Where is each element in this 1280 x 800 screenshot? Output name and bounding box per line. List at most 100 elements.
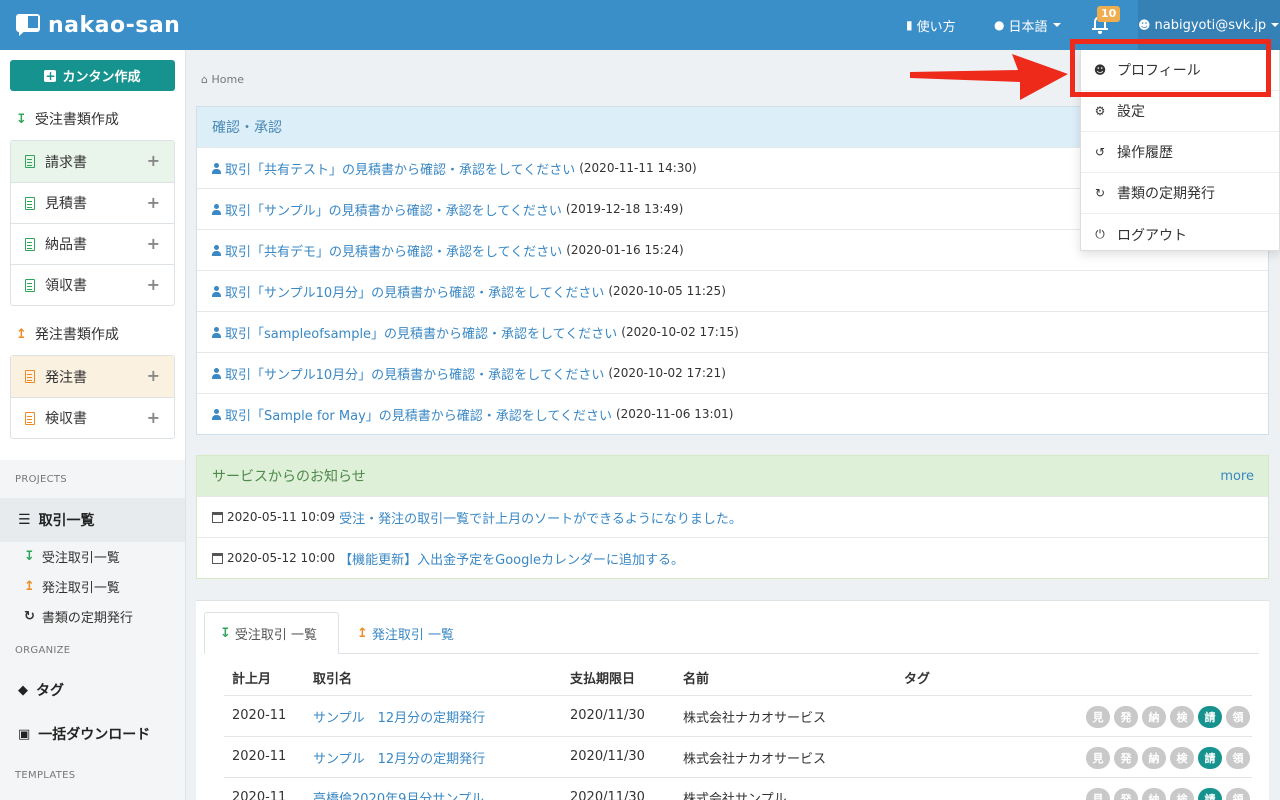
history-icon: ↺ — [1094, 145, 1106, 159]
col-header-tag[interactable]: タグ — [904, 668, 930, 687]
pill-inspection[interactable]: 検 — [1170, 788, 1194, 800]
confirm-link[interactable]: 取引「共有デモ」の見積書から確認・承認をしてください — [225, 241, 562, 260]
confirm-link[interactable]: 取引「sampleofsample」の見積書から確認・承認をしてください — [225, 323, 617, 342]
col-header-name[interactable]: 取引名 — [313, 668, 352, 687]
menu-item-recurring-docs[interactable]: ↻ 書類の定期発行 — [1081, 173, 1279, 214]
pill-estimate[interactable]: 見 — [1086, 747, 1110, 769]
tab-received[interactable]: ↧ 受注取引 一覧 — [204, 612, 339, 654]
doc-label: 領収書 — [45, 278, 87, 294]
nav-recurring-docs[interactable]: ↻ 書類の定期発行 — [24, 606, 133, 626]
cell-due: 2020/11/30 — [570, 708, 645, 723]
brand-logo[interactable]: nakao-san — [16, 10, 180, 40]
pill-invoice[interactable]: 請 — [1198, 706, 1222, 728]
doc-item-inspection[interactable]: 検収書 + — [11, 397, 174, 438]
pill-receipt[interactable]: 領 — [1226, 788, 1250, 800]
home-icon: ⌂ — [201, 73, 208, 86]
confirm-link[interactable]: 取引「サンプル10月分」の見積書から確認・承認をしてください — [225, 282, 604, 301]
add-icon[interactable]: + — [147, 410, 160, 426]
notification-badge: 10 — [1097, 6, 1121, 22]
list-item: 取引「sampleofsample」の見積書から確認・承認をしてください (20… — [197, 311, 1268, 352]
pill-order[interactable]: 発 — [1114, 706, 1138, 728]
pill-order[interactable]: 発 — [1114, 747, 1138, 769]
book-icon: ▮ — [906, 18, 913, 32]
cell-month: 2020-11 — [232, 749, 287, 764]
pill-delivery[interactable]: 納 — [1142, 788, 1166, 800]
calendar-icon — [212, 552, 223, 564]
nav-bulk-download[interactable]: ▣ 一括ダウンロード — [0, 712, 185, 756]
menu-item-label: 書類の定期発行 — [1117, 186, 1215, 202]
nav-tags[interactable]: ◆ タグ — [0, 668, 185, 712]
cell-transaction-link[interactable]: サンプル 12月分の定期発行 — [313, 707, 485, 726]
save-icon: ▣ — [18, 726, 31, 742]
pill-estimate[interactable]: 見 — [1086, 788, 1110, 800]
add-icon[interactable]: + — [147, 153, 160, 169]
pill-receipt[interactable]: 領 — [1226, 747, 1250, 769]
upload-icon: ↥ — [24, 578, 35, 594]
col-header-due[interactable]: 支払期限日 — [570, 668, 635, 687]
timestamp: (2020-11-06 13:01) — [615, 407, 734, 421]
add-icon[interactable]: + — [147, 368, 160, 384]
cell-transaction-link[interactable]: 高橋倫2020年9月分サンプル — [313, 788, 484, 800]
menu-item-label: 設定 — [1117, 104, 1145, 120]
more-link[interactable]: more — [1220, 469, 1254, 484]
cell-client: 株式会社サンプル — [683, 792, 787, 800]
news-link[interactable]: 【機能更新】入出金予定をGoogleカレンダーに追加する。 — [339, 549, 684, 568]
nav-sub-label: 発注取引一覧 — [41, 580, 120, 596]
confirm-link[interactable]: 取引「Sample for May」の見積書から確認・承認をしてください — [225, 405, 612, 424]
tab-ordered[interactable]: ↥ 発注取引 一覧 — [342, 612, 469, 654]
doc-label: 発注書 — [45, 369, 87, 386]
add-icon[interactable]: + — [147, 236, 160, 252]
globe-icon: ● — [994, 18, 1005, 32]
user-icon — [212, 162, 221, 174]
pill-order[interactable]: 発 — [1114, 788, 1138, 800]
news-panel: サービスからのお知らせ more 2020-05-11 10:09 受注・発注の… — [196, 455, 1269, 579]
nav-transactions[interactable]: ☰ 取引一覧 — [0, 498, 185, 542]
document-icon — [25, 155, 35, 168]
nav-received-transactions[interactable]: ↧ 受注取引一覧 — [24, 546, 120, 566]
menu-item-history[interactable]: ↺ 操作履歴 — [1081, 132, 1279, 173]
doc-status-pills: 見 発 納 検 請 領 — [1086, 706, 1250, 728]
confirm-link[interactable]: 取引「共有テスト」の見積書から確認・承認をしてください — [225, 159, 575, 178]
menu-item-label: ログアウト — [1117, 227, 1187, 244]
pill-delivery[interactable]: 納 — [1142, 747, 1166, 769]
pill-invoice[interactable]: 請 — [1198, 747, 1222, 769]
cell-due: 2020/11/30 — [570, 749, 645, 764]
pill-delivery[interactable]: 納 — [1142, 706, 1166, 728]
list-item: 取引「サンプル10月分」の見積書から確認・承認をしてください (2020-10-… — [197, 352, 1268, 393]
cell-due: 2020/11/30 — [570, 790, 645, 800]
user-icon — [212, 203, 221, 215]
doc-item-estimate[interactable]: 見積書 + — [11, 182, 174, 223]
calendar-icon — [212, 511, 223, 523]
timestamp: (2019-12-18 13:49) — [565, 202, 684, 216]
cell-transaction-link[interactable]: サンプル 12月分の定期発行 — [313, 748, 485, 767]
doc-item-receipt[interactable]: 領収書 + — [11, 264, 174, 305]
upload-icon: ↥ — [357, 625, 368, 641]
confirm-link[interactable]: 取引「サンプル10月分」の見積書から確認・承認をしてください — [225, 364, 604, 383]
pill-estimate[interactable]: 見 — [1086, 706, 1110, 728]
usage-link[interactable]: ▮ 使い方 — [906, 0, 956, 50]
pill-inspection[interactable]: 検 — [1170, 747, 1194, 769]
menu-item-settings[interactable]: ⚙ 設定 — [1081, 91, 1279, 132]
cell-client: 株式会社ナカオサービス — [683, 752, 827, 767]
breadcrumb[interactable]: ⌂ Home — [201, 73, 244, 86]
doc-item-purchase-order[interactable]: 発注書 + — [11, 356, 174, 397]
nav-ordered-transactions[interactable]: ↥ 発注取引一覧 — [24, 576, 120, 596]
nav-transactions-label: 取引一覧 — [38, 513, 95, 529]
menu-item-logout[interactable]: ⏻ ログアウト — [1081, 214, 1279, 255]
doc-label: 請求書 — [45, 154, 87, 171]
add-icon[interactable]: + — [147, 277, 160, 293]
quick-create-button[interactable]: + カンタン作成 — [10, 60, 175, 91]
col-header-client[interactable]: 名前 — [683, 668, 709, 687]
language-dropdown[interactable]: ● 日本語 — [994, 0, 1061, 50]
refresh-icon: ↻ — [24, 608, 35, 624]
doc-item-invoice[interactable]: 請求書 + — [11, 141, 174, 182]
document-icon — [25, 196, 35, 210]
pill-invoice[interactable]: 請 — [1198, 788, 1222, 800]
confirm-link[interactable]: 取引「サンプル」の見積書から確認・承認をしてください — [225, 200, 562, 219]
add-icon[interactable]: + — [147, 195, 160, 211]
pill-inspection[interactable]: 検 — [1170, 706, 1194, 728]
news-link[interactable]: 受注・発注の取引一覧で計上月のソートができるようになりました。 — [339, 508, 742, 527]
doc-item-delivery[interactable]: 納品書 + — [11, 223, 174, 264]
col-header-month[interactable]: 計上月 — [232, 668, 271, 687]
pill-receipt[interactable]: 領 — [1226, 706, 1250, 728]
